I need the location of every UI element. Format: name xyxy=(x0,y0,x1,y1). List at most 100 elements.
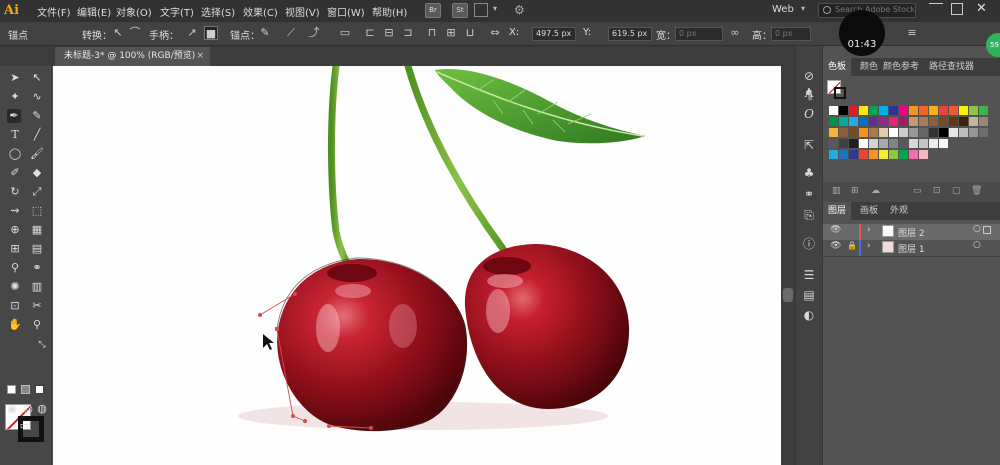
height-field[interactable]: 0 px xyxy=(771,27,811,41)
symbol-sprayer-tool-icon[interactable]: ✺ xyxy=(8,280,22,294)
color-swatch[interactable] xyxy=(839,139,848,148)
color-swatch[interactable] xyxy=(839,117,848,126)
artboard-tool-icon[interactable]: ⊡ xyxy=(8,299,22,313)
gradient-mode-icon[interactable] xyxy=(21,385,30,394)
color-swatch[interactable] xyxy=(919,150,928,159)
tab-layers[interactable]: 图层 xyxy=(823,202,852,220)
info-panel-icon[interactable]: ⓘ xyxy=(800,235,818,253)
slice-tool-icon[interactable]: ✂ xyxy=(30,299,44,313)
color-swatch[interactable] xyxy=(959,128,968,137)
color-swatch[interactable] xyxy=(889,139,898,148)
color-swatch[interactable] xyxy=(939,139,948,148)
hand-tool-icon[interactable]: ✋ xyxy=(8,318,22,332)
color-swatch[interactable] xyxy=(849,117,858,126)
color-swatch[interactable] xyxy=(919,139,928,148)
stroke-panel-icon[interactable]: ☰ xyxy=(800,266,818,284)
draw-normal-icon[interactable]: ◉ xyxy=(5,402,19,416)
align-right-icon[interactable]: ⊐ xyxy=(401,26,415,40)
vertical-scrollbar[interactable] xyxy=(781,66,795,465)
y-field[interactable]: 619.5 px xyxy=(608,27,652,41)
menu-view[interactable]: 视图(V) xyxy=(285,4,320,19)
swatch-grid[interactable] xyxy=(829,106,989,176)
mesh-tool-icon[interactable]: ⊞ xyxy=(8,242,22,256)
color-swatch[interactable] xyxy=(969,117,978,126)
none-mode-icon[interactable] xyxy=(35,385,44,394)
connect-anchor-icon[interactable]: ⤴ xyxy=(307,26,321,40)
screen-mode-icon[interactable]: ▭ xyxy=(18,419,32,433)
paragraph-panel-icon[interactable]: ¶ xyxy=(800,86,818,104)
blend-tool-icon[interactable]: ⚭ xyxy=(30,261,44,275)
color-swatch[interactable] xyxy=(909,106,918,115)
color-swatch[interactable] xyxy=(889,128,898,137)
visibility-eye-icon[interactable]: 👁 xyxy=(830,225,841,235)
type-tool-icon[interactable]: T xyxy=(8,128,22,142)
color-swatch[interactable] xyxy=(899,150,908,159)
color-swatch[interactable] xyxy=(979,117,988,126)
color-swatch[interactable] xyxy=(969,128,978,137)
bridge-button[interactable]: Br xyxy=(425,3,441,18)
close-tab-icon[interactable]: × xyxy=(196,47,204,66)
new-color-group-icon[interactable]: ▭ xyxy=(913,186,922,196)
color-swatch[interactable] xyxy=(939,128,948,137)
delete-swatch-icon[interactable]: 🗑 xyxy=(971,186,982,196)
tab-color[interactable]: 颜色 xyxy=(860,58,878,76)
color-panel-icon[interactable]: ⊘ xyxy=(800,67,818,85)
color-swatch[interactable] xyxy=(879,117,888,126)
color-swatch[interactable] xyxy=(829,128,838,137)
perspective-grid-tool-icon[interactable]: ▦ xyxy=(30,223,44,237)
color-swatch[interactable] xyxy=(929,106,938,115)
free-transform-tool-icon[interactable]: ⬚ xyxy=(30,204,44,218)
align-bottom-icon[interactable]: ⊔ xyxy=(463,26,477,40)
swatch-options-icon[interactable]: ☁ xyxy=(871,186,880,196)
scrollbar-thumb[interactable] xyxy=(783,288,793,302)
swatch-kinds-icon[interactable]: ⊞ xyxy=(851,186,859,196)
target-circle-icon[interactable]: ○ xyxy=(973,240,981,250)
tab-artboards[interactable]: 画板 xyxy=(860,202,878,220)
isolate-icon[interactable]: ▭ xyxy=(338,26,352,40)
hide-handles-icon[interactable]: ■ xyxy=(204,26,218,40)
draw-inside-icon[interactable]: ◍ xyxy=(35,402,49,416)
arrange-documents-icon[interactable] xyxy=(474,3,488,17)
lasso-tool-icon[interactable]: ∿ xyxy=(30,90,44,104)
convert-corner-icon[interactable]: ↖ xyxy=(111,26,125,40)
color-swatch[interactable] xyxy=(869,117,878,126)
draw-behind-icon[interactable]: ◎ xyxy=(21,402,35,416)
selection-tool-icon[interactable]: ➤ xyxy=(8,71,22,85)
rotate-tool-icon[interactable]: ↻ xyxy=(8,185,22,199)
color-swatch[interactable] xyxy=(859,150,868,159)
asset-export-icon[interactable]: ⎘ xyxy=(800,206,818,224)
color-swatch[interactable] xyxy=(939,106,948,115)
color-swatch[interactable] xyxy=(959,106,968,115)
color-swatch[interactable] xyxy=(979,106,988,115)
color-swatch[interactable] xyxy=(909,117,918,126)
color-swatch[interactable] xyxy=(949,106,958,115)
color-swatch[interactable] xyxy=(869,139,878,148)
tab-appearance[interactable]: 外观 xyxy=(890,202,908,220)
eyedropper-tool-icon[interactable]: ⚲ xyxy=(8,261,22,275)
scale-tool-icon[interactable]: ⤢ xyxy=(30,185,44,199)
color-swatch[interactable] xyxy=(879,128,888,137)
width-tool-icon[interactable]: ⇝ xyxy=(8,204,22,218)
color-swatch[interactable] xyxy=(849,139,858,148)
panel-menu-icon[interactable]: ≡ xyxy=(905,26,919,40)
color-swatch[interactable] xyxy=(899,106,908,115)
minimize-button[interactable] xyxy=(929,3,943,17)
color-swatch[interactable] xyxy=(859,106,868,115)
color-swatch[interactable] xyxy=(839,128,848,137)
export-panel-icon[interactable]: ⇱ xyxy=(800,136,818,154)
color-swatch[interactable] xyxy=(879,139,888,148)
workspace-chevron-icon[interactable]: ▾ xyxy=(801,4,805,13)
align-left-icon[interactable]: ⊏ xyxy=(363,26,377,40)
shape-builder-tool-icon[interactable]: ⊕ xyxy=(8,223,22,237)
visibility-eye-icon[interactable]: 👁 xyxy=(830,241,841,251)
width-field[interactable]: 0 px xyxy=(675,27,723,41)
expand-chevron-icon[interactable]: › xyxy=(867,225,871,235)
selection-indicator-icon[interactable] xyxy=(983,226,991,234)
color-swatch[interactable] xyxy=(869,128,878,137)
color-swatch[interactable] xyxy=(859,117,868,126)
show-handles-icon[interactable]: ↗ xyxy=(185,26,199,40)
color-swatch[interactable] xyxy=(859,139,868,148)
color-swatch[interactable] xyxy=(869,150,878,159)
color-swatch[interactable] xyxy=(849,128,858,137)
menu-edit[interactable]: 编辑(E) xyxy=(77,4,111,19)
